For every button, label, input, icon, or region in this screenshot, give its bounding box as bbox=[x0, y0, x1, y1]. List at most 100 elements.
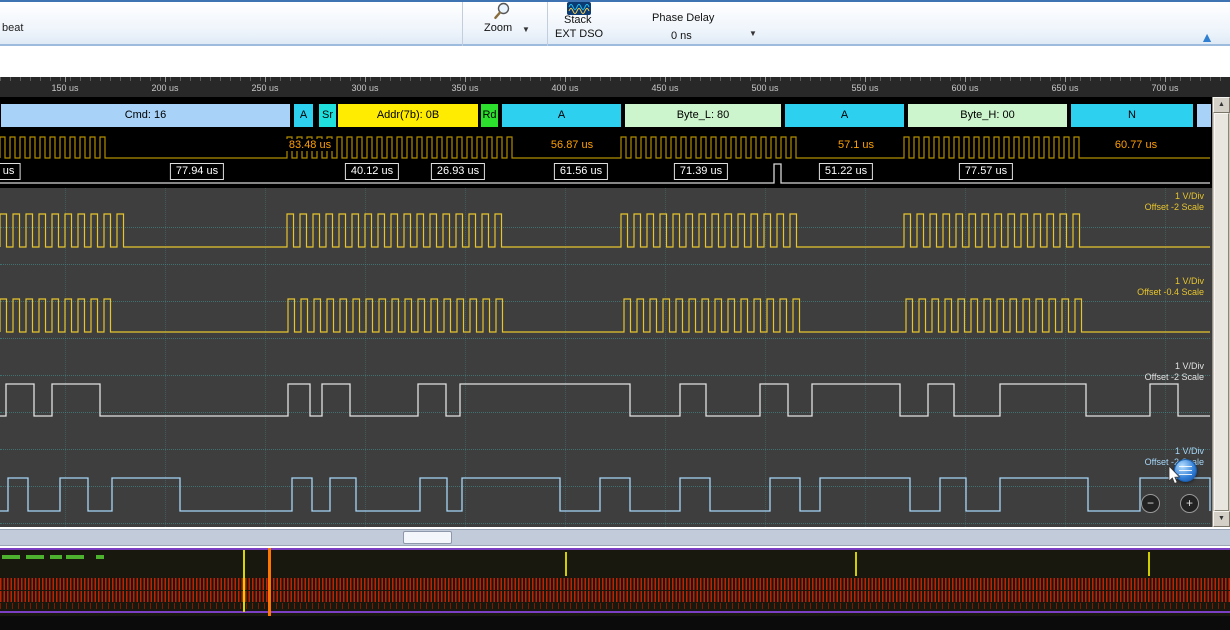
ruler-tick-label: 650 us bbox=[1051, 83, 1078, 93]
navigator-marker[interactable] bbox=[855, 552, 857, 576]
measurement-value: 60.77 us bbox=[1112, 139, 1160, 151]
navigator-activity-dash bbox=[2, 555, 20, 559]
measurement-box: 61.56 us bbox=[554, 163, 608, 180]
gridline-vertical bbox=[65, 188, 66, 527]
ruler-tick-mark bbox=[665, 77, 666, 82]
decode-segment[interactable] bbox=[1196, 103, 1212, 128]
phase-delay-value[interactable]: 0 ns bbox=[671, 30, 692, 42]
measurement-box: 77.57 us bbox=[959, 163, 1013, 180]
ruler-tick-mark bbox=[365, 77, 366, 82]
measurement-box: 71.39 us bbox=[674, 163, 728, 180]
decode-segment[interactable]: Cmd: 16 bbox=[0, 103, 291, 128]
navigator-marker[interactable] bbox=[1148, 552, 1150, 576]
toolbar-separator bbox=[462, 2, 463, 46]
gridline-vertical bbox=[665, 188, 666, 527]
phase-delay-dropdown-chevron-icon[interactable]: ▼ bbox=[749, 29, 757, 38]
channel-scale-label: 1 V/Div bbox=[1175, 191, 1204, 201]
ruler-tick-label: 400 us bbox=[551, 83, 578, 93]
zoom-button-label[interactable]: Zoom bbox=[484, 22, 512, 34]
horizontal-scroll-thumb[interactable] bbox=[403, 531, 452, 544]
ruler-tick-mark bbox=[1165, 77, 1166, 82]
decode-segment[interactable]: A bbox=[293, 103, 314, 128]
channel-scale-label: 1 V/Div bbox=[1175, 276, 1204, 286]
channel-scale-label: 1 V/Div bbox=[1175, 361, 1204, 371]
navigator-activity-dash bbox=[50, 555, 62, 559]
ruler-tick-mark bbox=[65, 77, 66, 82]
decode-segment[interactable]: Rd bbox=[480, 103, 499, 128]
vertical-scroll-thumb[interactable] bbox=[1214, 113, 1229, 511]
ruler-tick-label: 200 us bbox=[151, 83, 178, 93]
measurement-value: 83.48 us bbox=[286, 139, 334, 151]
ruler-tick-mark bbox=[765, 77, 766, 82]
ruler-tick-label: 500 us bbox=[751, 83, 778, 93]
scroll-down-button[interactable]: ▼ bbox=[1213, 511, 1230, 527]
gridline-vertical bbox=[265, 188, 266, 527]
gridline-horizontal bbox=[0, 227, 1210, 228]
collapse-panel-button[interactable]: ▲ bbox=[1200, 29, 1214, 45]
ruler-tick-label: 150 us bbox=[51, 83, 78, 93]
decode-segment[interactable]: Byte_H: 00 bbox=[907, 103, 1068, 128]
phase-delay-label: Phase Delay bbox=[652, 12, 714, 24]
logic-analyzer-window: beat Zoom ▼ Stack EXT DSO Phase Delay 0 … bbox=[0, 0, 1230, 630]
measurement-box: 1 us bbox=[0, 163, 20, 180]
ruler-tick-label: 300 us bbox=[351, 83, 378, 93]
zoom-magnifier-icon[interactable] bbox=[492, 2, 512, 22]
ruler-tick-label: 700 us bbox=[1151, 83, 1178, 93]
channel-scale-label: 1 V/Div bbox=[1175, 446, 1204, 456]
ruler-tick-mark bbox=[565, 77, 566, 82]
stack-button-sublabel[interactable]: EXT DSO bbox=[555, 28, 603, 40]
measurement-box: 51.22 us bbox=[819, 163, 873, 180]
navigator-marker[interactable] bbox=[243, 550, 245, 612]
horizontal-scrollbar[interactable] bbox=[0, 529, 1230, 546]
toolbar-separator bbox=[547, 2, 548, 46]
vertical-scrollbar[interactable]: ▲ ▼ bbox=[1212, 97, 1230, 527]
navigator-marker[interactable] bbox=[565, 552, 567, 576]
channel-offset-label: Offset -2 Scale bbox=[1145, 202, 1204, 212]
gridline-vertical bbox=[465, 188, 466, 527]
decode-segment[interactable]: Sr bbox=[318, 103, 337, 128]
ruler-tick-label: 600 us bbox=[951, 83, 978, 93]
measurement-value: 56.87 us bbox=[548, 139, 596, 151]
decode-segment[interactable]: A bbox=[501, 103, 622, 128]
navigator-activity-dash bbox=[26, 555, 44, 559]
measurement-box: 77.94 us bbox=[170, 163, 224, 180]
bottom-strip bbox=[0, 616, 1230, 630]
channel-offset-label: Offset -0.4 Scale bbox=[1137, 287, 1204, 297]
gridline-vertical bbox=[865, 188, 866, 527]
measurement-box: 40.12 us bbox=[345, 163, 399, 180]
gridline-vertical bbox=[1065, 188, 1066, 527]
zoom-in-button[interactable]: + bbox=[1180, 494, 1199, 513]
ruler-tick-mark bbox=[465, 77, 466, 82]
decode-segment[interactable]: Byte_L: 80 bbox=[624, 103, 782, 128]
gridline-vertical bbox=[365, 188, 366, 527]
gridline-vertical bbox=[1165, 188, 1166, 527]
channel-offset-label: Offset -2 Scale bbox=[1145, 372, 1204, 382]
gridline-horizontal bbox=[0, 301, 1210, 302]
decode-segment[interactable]: N bbox=[1070, 103, 1194, 128]
gridline-vertical bbox=[165, 188, 166, 527]
zoom-dropdown-chevron-icon[interactable]: ▼ bbox=[522, 25, 530, 34]
measurement-value: 57.1 us bbox=[835, 139, 877, 151]
gridline-vertical bbox=[965, 188, 966, 527]
time-ruler[interactable]: 150 us200 us250 us300 us350 us400 us450 … bbox=[0, 77, 1230, 97]
ruler-tick-mark bbox=[865, 77, 866, 82]
decode-segment[interactable]: Addr(7b): 0B bbox=[337, 103, 479, 128]
decode-segment[interactable]: A bbox=[784, 103, 905, 128]
navigator-activity-dash bbox=[96, 555, 104, 559]
ruler-tick-mark bbox=[265, 77, 266, 82]
navigator-marker[interactable] bbox=[268, 548, 271, 616]
ruler-tick-label: 450 us bbox=[651, 83, 678, 93]
navigator-activity-dash bbox=[66, 555, 84, 559]
mouse-cursor-icon bbox=[1168, 466, 1182, 487]
toolbar: beat Zoom ▼ Stack EXT DSO Phase Delay 0 … bbox=[0, 0, 1230, 46]
gridline-horizontal bbox=[0, 375, 1210, 376]
scroll-up-button[interactable]: ▲ bbox=[1213, 97, 1230, 113]
gridline-horizontal bbox=[0, 264, 1210, 265]
partial-toolbar-button-label[interactable]: beat bbox=[2, 22, 23, 34]
zoom-out-button[interactable]: − bbox=[1141, 494, 1160, 513]
ruler-tick-mark bbox=[165, 77, 166, 82]
overview-navigator[interactable] bbox=[0, 548, 1230, 616]
gridline-horizontal bbox=[0, 523, 1210, 524]
stack-button-label[interactable]: Stack bbox=[564, 14, 592, 26]
gridline-horizontal bbox=[0, 412, 1210, 413]
